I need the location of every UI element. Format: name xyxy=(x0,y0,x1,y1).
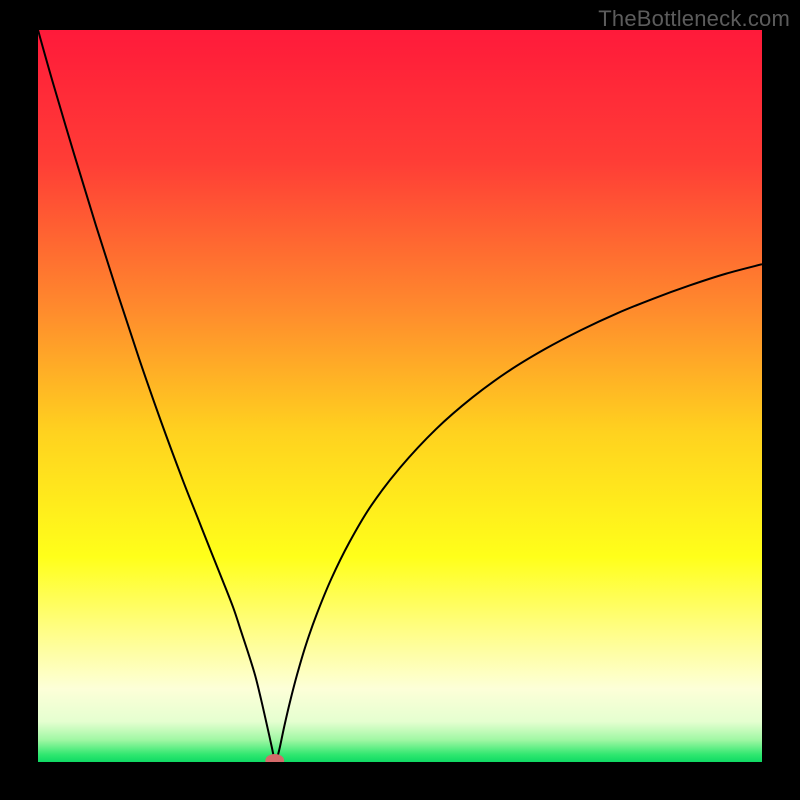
chart-svg xyxy=(38,30,762,762)
plot-area xyxy=(38,30,762,762)
chart-frame: TheBottleneck.com xyxy=(0,0,800,800)
watermark-text: TheBottleneck.com xyxy=(598,6,790,32)
gradient-background xyxy=(38,30,762,762)
